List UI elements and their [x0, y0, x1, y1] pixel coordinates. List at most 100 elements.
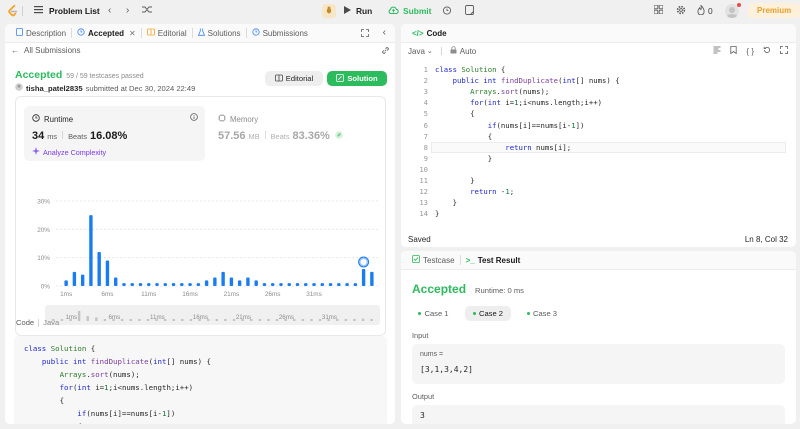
memory-box[interactable]: Memory 57.56 MB Beats 83.36%	[215, 106, 375, 161]
user-avatar-icon	[15, 83, 23, 93]
runtime-bar	[138, 283, 143, 286]
code-line: Arrays.sort(nums);	[470, 87, 550, 97]
y-tick-label: 30%	[37, 199, 50, 206]
all-submissions-link[interactable]: ← All Submissions	[11, 46, 80, 55]
run-label: Run	[356, 5, 373, 16]
username[interactable]: tisha_patel2835	[26, 84, 83, 93]
bookmark-icon[interactable]	[730, 46, 738, 56]
runtime-bar	[89, 215, 93, 286]
link-icon	[381, 47, 390, 57]
x-tick-label: 16ms	[182, 291, 198, 297]
cloud-upload-icon	[388, 6, 399, 16]
checkbox-icon	[412, 255, 420, 265]
braces-icon[interactable]: { }	[746, 47, 754, 56]
arrow-left-icon: ←	[11, 46, 19, 55]
range-overview[interactable]: 1ms 6ms 11ms 16ms 21ms 26ms 31ms	[45, 305, 380, 325]
tab-editorial[interactable]: Editorial	[142, 24, 192, 43]
submit-button[interactable]: Submit	[388, 0, 431, 21]
output-box[interactable]: 3	[412, 405, 785, 424]
reset-icon[interactable]	[763, 46, 771, 56]
x-tick-label: 21ms	[224, 291, 240, 297]
code-line: }	[435, 198, 457, 208]
debug-button[interactable]	[322, 0, 336, 21]
run-button[interactable]: Run	[344, 0, 372, 21]
tab-label: Solutions	[207, 28, 241, 38]
prev-problem-button[interactable]: ‹	[108, 0, 111, 21]
solution-button[interactable]: Solution	[327, 71, 387, 86]
tab-accepted[interactable]: Accepted ✕	[72, 24, 141, 43]
tab-test-result[interactable]: >_ Test Result	[461, 251, 526, 270]
passed-dot	[418, 312, 422, 315]
layout-button[interactable]	[653, 0, 664, 21]
code-line: public int findDuplicate(int[] nums) {	[452, 76, 620, 86]
runtime-bar	[171, 283, 176, 286]
share-link-button[interactable]	[381, 46, 390, 57]
line-number: 12	[419, 187, 428, 197]
case-1-tab[interactable]: Case 1	[411, 306, 456, 321]
book-icon	[274, 74, 283, 84]
notes-button[interactable]	[465, 0, 474, 21]
overview-bar	[172, 319, 175, 321]
case-2-tab[interactable]: Case 2	[465, 306, 511, 321]
runtime-bar	[213, 277, 217, 286]
runtime-bar	[254, 280, 258, 286]
next-problem-button[interactable]: ›	[126, 0, 129, 21]
code-line: }	[435, 176, 475, 185]
avatar[interactable]	[725, 0, 741, 21]
streak-counter[interactable]: 0	[697, 0, 713, 21]
tab-solutions[interactable]: Solutions	[193, 24, 246, 43]
analyze-complexity-link[interactable]: Analyze Complexity	[32, 147, 106, 157]
runtime-distribution-chart[interactable]: 30% 20% 10% 0% 1ms 6ms 11ms 16ms 21ms 26ms 31ms	[16, 193, 387, 297]
runtime-bar	[345, 283, 349, 286]
format-code-icon[interactable]	[713, 46, 721, 56]
memory-value: 57.56	[218, 130, 246, 142]
problem-list-link[interactable]: Problem List	[34, 0, 100, 21]
chevron-right-icon: ›	[126, 4, 130, 16]
runtime-box[interactable]: Runtime 34 ms Beats 16.08% Analyze Compl…	[24, 106, 205, 161]
tab-description[interactable]: Description	[11, 24, 71, 43]
case-label: Case 1	[424, 309, 449, 318]
line-number: 3	[423, 87, 428, 97]
overview-tick-label: 31ms	[322, 314, 337, 321]
info-icon[interactable]	[190, 113, 198, 123]
runtime-bar	[163, 283, 167, 286]
submitted-time: submitted at Dec 30, 2024 22:49	[85, 83, 196, 93]
close-icon[interactable]: ✕	[129, 29, 136, 38]
x-tick-label: 11ms	[141, 291, 156, 297]
submitted-code-text: class Solution { public int findDuplicat…	[24, 344, 211, 424]
overview-bar	[95, 317, 98, 321]
editorial-button[interactable]: Editorial	[265, 71, 323, 86]
random-problem-button[interactable]	[142, 0, 152, 21]
case-3-tab[interactable]: Case 3	[519, 306, 565, 321]
runtime-bar	[262, 283, 267, 286]
y-tick-label: 10%	[37, 255, 50, 262]
runtime-bar	[64, 280, 68, 286]
play-icon	[344, 5, 351, 16]
premium-button[interactable]: Premium	[748, 0, 800, 21]
code-editor[interactable]: 1 class Solution {2 public int findDuplic…	[401, 62, 796, 232]
language-select[interactable]: Java ⌄	[408, 47, 433, 56]
line-number: 7	[423, 131, 428, 141]
overview-bar	[138, 319, 141, 321]
input-box[interactable]: nums = [3,1,3,4,2]	[412, 344, 785, 384]
lock-icon	[450, 46, 457, 56]
x-tick-label: 31ms	[306, 291, 322, 297]
tab-testcase[interactable]: Testcase	[407, 251, 460, 270]
runtime-bar	[279, 283, 283, 286]
leetcode-logo[interactable]	[8, 0, 18, 21]
output-label: Output	[412, 392, 435, 401]
maximize-button[interactable]	[361, 29, 369, 39]
tab-code[interactable]: </> Code	[407, 24, 452, 43]
auto-mode-toggle[interactable]: Auto	[450, 46, 476, 56]
submitted-code[interactable]: class Solution { public int findDuplicat…	[14, 336, 387, 424]
runtime-bar	[147, 283, 151, 286]
cursor-position: Ln 8, Col 32	[744, 235, 788, 244]
runtime-label: Runtime	[44, 114, 74, 124]
tab-submissions[interactable]: Submissions	[247, 24, 313, 43]
collapse-button[interactable]: ‹	[383, 27, 386, 38]
chevron-left-icon: ‹	[108, 4, 112, 16]
runtime-bar	[72, 271, 77, 286]
timer-button[interactable]	[442, 0, 452, 21]
settings-button[interactable]	[676, 0, 686, 21]
fullscreen-icon[interactable]	[780, 46, 788, 56]
